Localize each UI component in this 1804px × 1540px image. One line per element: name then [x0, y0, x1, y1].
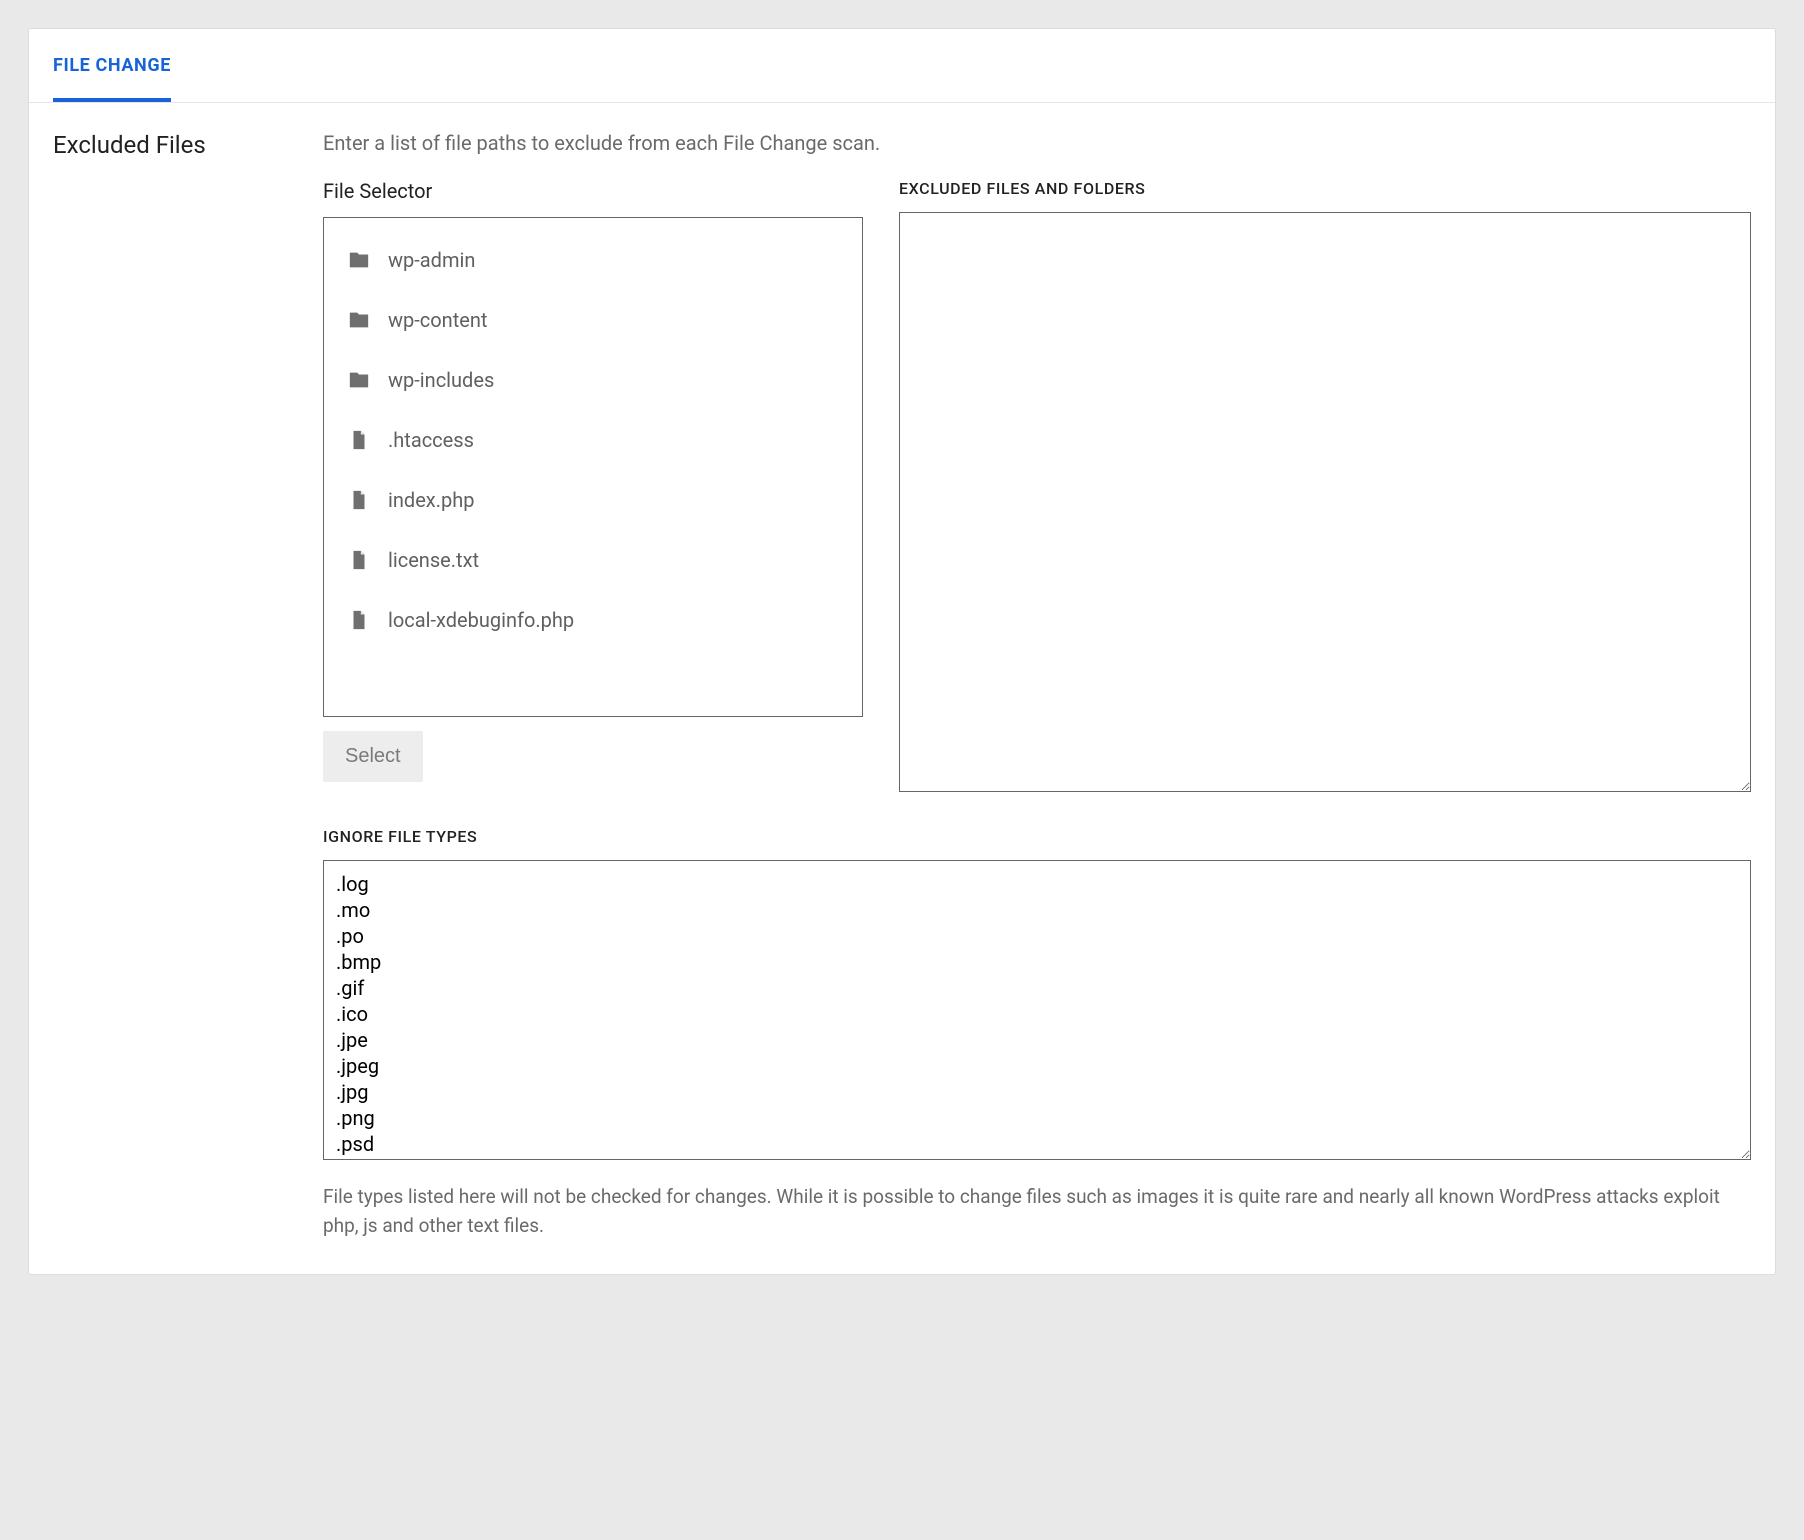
ignore-help-text: File types listed here will not be check… [323, 1183, 1751, 1240]
file-icon [348, 609, 370, 631]
tab-bar: FILE CHANGE [29, 29, 1775, 103]
file-selector-item-label: wp-includes [388, 368, 494, 392]
file-selector-item[interactable]: .htaccess [334, 410, 852, 470]
section-title: Excluded Files [53, 131, 283, 159]
ignore-file-types-heading: IGNORE FILE TYPES [323, 827, 1751, 846]
select-button[interactable]: Select [323, 731, 423, 782]
folder-icon [348, 369, 370, 391]
file-selector-item-label: .htaccess [388, 428, 474, 452]
ignore-file-types-textarea[interactable] [323, 860, 1751, 1160]
file-selector-pane: File Selector wp-admin wp-content wp-inclu… [323, 179, 863, 782]
file-selector-item[interactable]: index.php [334, 470, 852, 530]
file-selector-item-label: local-xdebuginfo.php [388, 608, 574, 632]
section-intro: Enter a list of file paths to exclude fr… [323, 131, 1751, 155]
excluded-heading: EXCLUDED FILES AND FOLDERS [899, 179, 1751, 198]
file-icon [348, 549, 370, 571]
file-selector-item-label: license.txt [388, 548, 479, 572]
file-selector-heading: File Selector [323, 179, 863, 203]
section-content: Enter a list of file paths to exclude fr… [323, 131, 1751, 1240]
excluded-textarea[interactable] [899, 212, 1751, 792]
folder-icon [348, 309, 370, 331]
file-icon [348, 489, 370, 511]
file-selector-item[interactable]: local-xdebuginfo.php [334, 590, 852, 650]
file-selector-row: File Selector wp-admin wp-content wp-inclu… [323, 179, 1751, 797]
file-selector-list[interactable]: wp-admin wp-content wp-includes .htaccess in… [323, 217, 863, 717]
file-icon [348, 429, 370, 451]
settings-body: Excluded Files Enter a list of file path… [29, 103, 1775, 1274]
section-label-column: Excluded Files [53, 131, 283, 1240]
file-selector-item-label: index.php [388, 488, 474, 512]
file-selector-item[interactable]: license.txt [334, 530, 852, 590]
settings-card: FILE CHANGE Excluded Files Enter a list … [28, 28, 1776, 1275]
excluded-pane: EXCLUDED FILES AND FOLDERS [899, 179, 1751, 797]
file-selector-item[interactable]: wp-includes [334, 350, 852, 410]
file-selector-item-label: wp-admin [388, 248, 475, 272]
file-selector-item[interactable]: wp-content [334, 290, 852, 350]
file-selector-item-label: wp-content [388, 308, 487, 332]
file-selector-item[interactable]: wp-admin [334, 230, 852, 290]
tab-file-change[interactable]: FILE CHANGE [53, 29, 171, 102]
folder-icon [348, 249, 370, 271]
